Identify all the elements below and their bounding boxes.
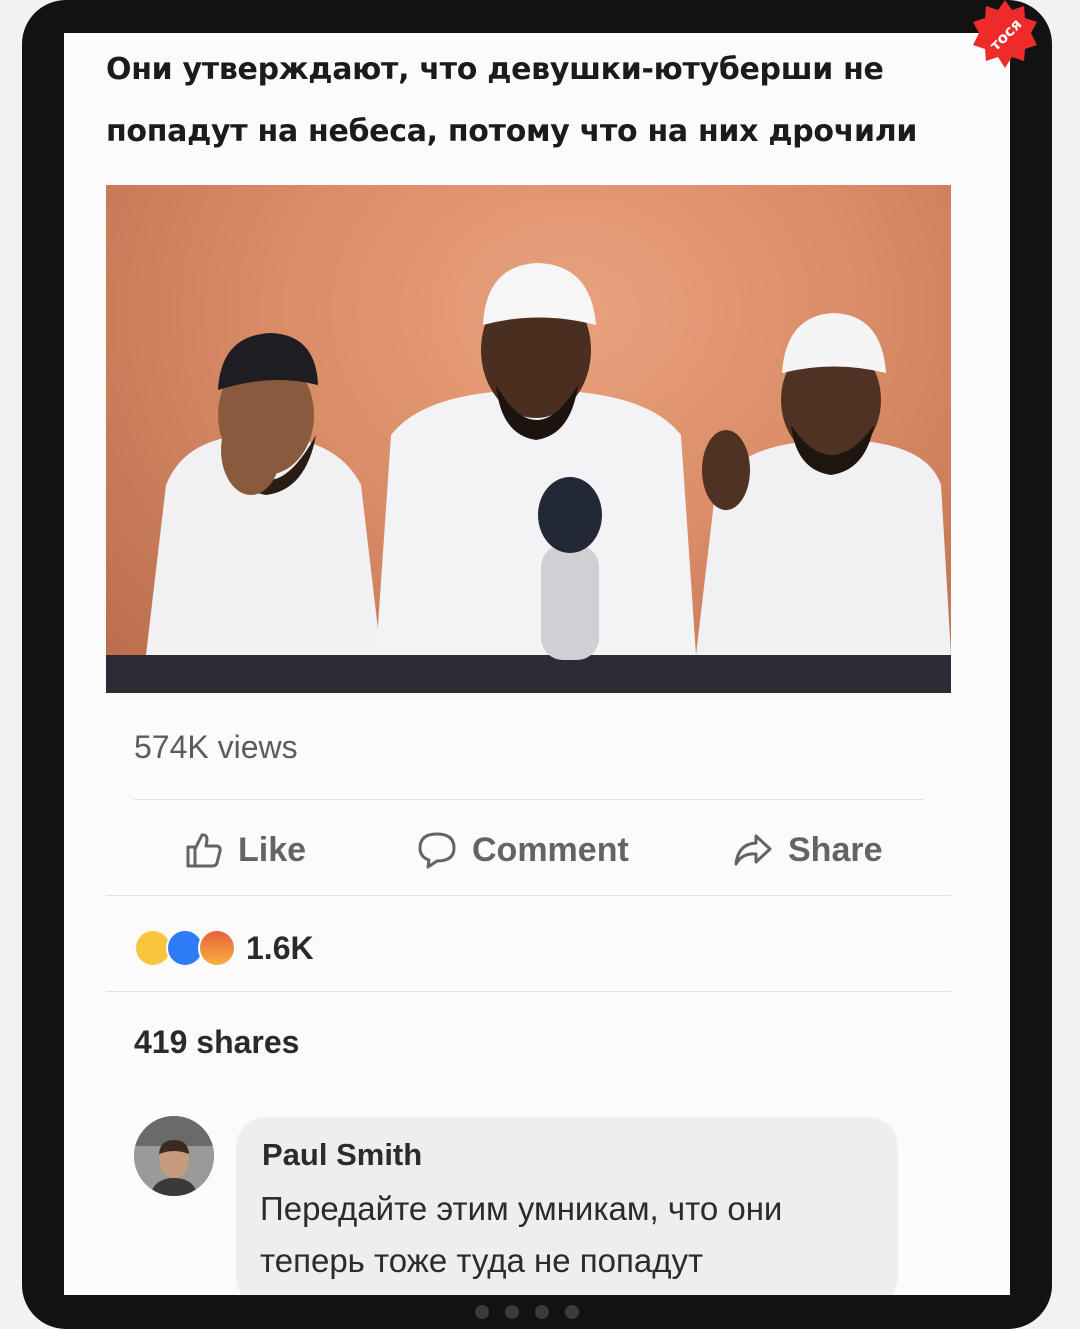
page-indicator: [475, 1305, 579, 1319]
reaction-summary[interactable]: 1.6K: [134, 926, 314, 970]
photo-illustration: [106, 263, 951, 693]
tosya-sticker-badge: тося: [971, 0, 1039, 68]
comment-text: Передайте этим умникам, что они теперь т…: [260, 1190, 783, 1279]
avatar-image: [134, 1116, 214, 1196]
share-label: Share: [788, 830, 883, 869]
like-label: Like: [238, 830, 307, 869]
post-screen: Они утверждают, что девушки-ютуберши не …: [64, 33, 1010, 1295]
page-dot: [475, 1305, 489, 1319]
comment-bubble: Paul Smith Передайте этим умникам, что о…: [236, 1117, 898, 1295]
post-headline: Они утверждают, что девушки-ютуберши не …: [106, 52, 918, 149]
angry-icon: [198, 929, 236, 967]
comment-author[interactable]: Paul Smith: [262, 1137, 422, 1173]
reaction-count: 1.6K: [246, 929, 314, 966]
like-button[interactable]: Like: [184, 825, 306, 875]
divider: [134, 799, 924, 800]
share-count[interactable]: 419 shares: [134, 1024, 299, 1061]
share-arrow-icon: [734, 834, 772, 866]
view-count: 574K views: [134, 729, 298, 765]
post-photo[interactable]: [106, 185, 951, 693]
comment-button[interactable]: Comment: [416, 825, 629, 875]
comment-icon: [418, 832, 456, 869]
divider: [106, 895, 951, 896]
comment-label: Comment: [472, 830, 629, 869]
page-dot: [535, 1305, 549, 1319]
divider: [106, 991, 951, 992]
share-button[interactable]: Share: [732, 825, 883, 875]
thumbs-up-icon: [186, 833, 222, 868]
page-dot: [565, 1305, 579, 1319]
avatar[interactable]: [134, 1116, 214, 1196]
page-dot: [505, 1305, 519, 1319]
